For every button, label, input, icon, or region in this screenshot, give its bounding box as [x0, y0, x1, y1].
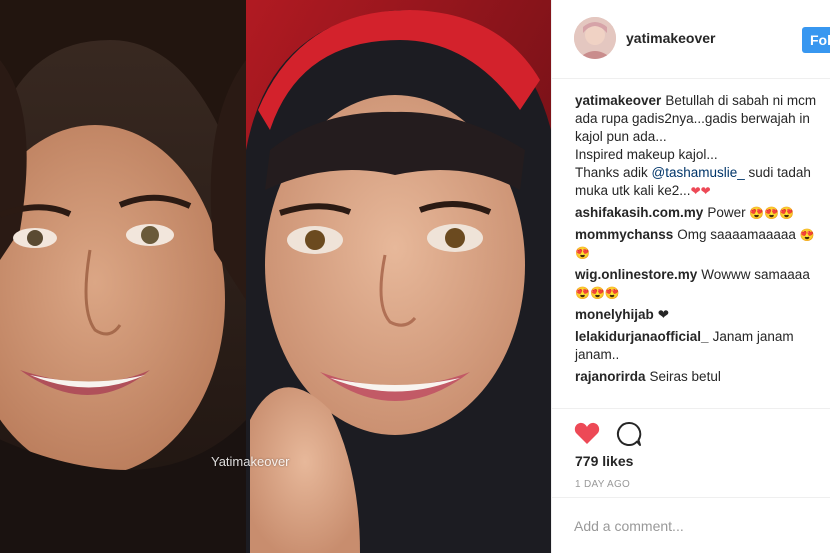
follow-button[interactable]: Fol: [802, 27, 830, 53]
header-username[interactable]: yatimakeover: [626, 30, 716, 46]
avatar-image: [574, 17, 616, 59]
caption-text-line1: Betullah di sabah ni mcm: [665, 93, 817, 108]
comments-list: yatimakeover Betullah di sabah ni mcm ada…: [575, 92, 830, 390]
avatar[interactable]: [574, 17, 616, 59]
list-item: wig.onlinestore.my Wowww samaaaa 😍😍😍: [575, 266, 830, 302]
comment-text: ❤: [657, 307, 670, 322]
add-comment-input[interactable]: [574, 516, 814, 536]
comment-text: Omg saaaamaaaaa: [677, 227, 796, 242]
caption-text-line2: ada rupa gadis2nya...gadis berwajah in: [575, 111, 810, 126]
post-date: 1 DAY AGO: [575, 479, 631, 490]
caption-text-line6: muka utk kali ke2...: [575, 183, 691, 198]
list-item: rajanorirda Seiras betul: [575, 368, 830, 386]
comment-username[interactable]: monelyhijab: [575, 307, 654, 322]
hearts-emoji: ❤❤: [690, 184, 711, 198]
comment-username[interactable]: wig.onlinestore.my: [575, 267, 697, 282]
list-item: lelakidurjanaofficial_ Janam janam janam.…: [575, 328, 830, 364]
comment-text: Wowww samaaaa: [701, 267, 810, 282]
caption-username[interactable]: yatimakeover: [575, 93, 661, 108]
comment-text: Power: [707, 205, 746, 220]
caption-text-line5-pre: Thanks adik: [575, 165, 652, 180]
comment-username[interactable]: mommychanss: [575, 227, 673, 242]
heart-eyes-emoji: 😍: [799, 228, 815, 242]
caption-mention-link[interactable]: @tashamuslie_: [652, 165, 745, 180]
comment-text-continued: janam..: [575, 347, 620, 362]
caption: yatimakeover Betullah di sabah ni mcm ada…: [575, 92, 830, 200]
comment-username[interactable]: ashifakasih.com.my: [575, 205, 703, 220]
caption-text-line4: Inspired makeup kajol...: [575, 147, 718, 162]
comment-username[interactable]: lelakidurjanaofficial_: [575, 329, 709, 344]
collage-image: [0, 0, 551, 553]
heart-eyes-emoji: 😍😍😍: [749, 206, 795, 220]
heart-eyes-emoji: 😍: [575, 246, 590, 260]
comment-icon[interactable]: [616, 421, 642, 447]
post-actions: 779 likes 1 DAY AGO: [552, 408, 830, 497]
comment-text: Janam janam: [712, 329, 794, 344]
list-item: mommychanss Omg saaaamaaaaa 😍 😍: [575, 226, 830, 262]
comment-text: Seiras betul: [649, 369, 721, 384]
post-header: yatimakeover Fol: [552, 0, 830, 79]
list-item: monelyhijab ❤: [575, 306, 830, 324]
caption-text-line3: kajol pun ada...: [575, 129, 667, 144]
post-sidebar: yatimakeover Fol yatimakeover Betullah di…: [551, 0, 830, 553]
likes-count[interactable]: 779 likes: [575, 453, 633, 469]
comment-username[interactable]: rajanorirda: [575, 369, 646, 384]
heart-eyes-emoji: 😍😍😍: [575, 286, 620, 300]
add-comment-bar: [552, 497, 830, 553]
watermark-text: Yatimakeover: [211, 454, 290, 469]
post-photo[interactable]: Yatimakeover: [0, 0, 551, 553]
list-item: ashifakasih.com.my Power 😍😍😍: [575, 204, 830, 222]
heart-icon[interactable]: [574, 421, 600, 445]
caption-text-line5-post: sudi tadah: [744, 165, 811, 180]
